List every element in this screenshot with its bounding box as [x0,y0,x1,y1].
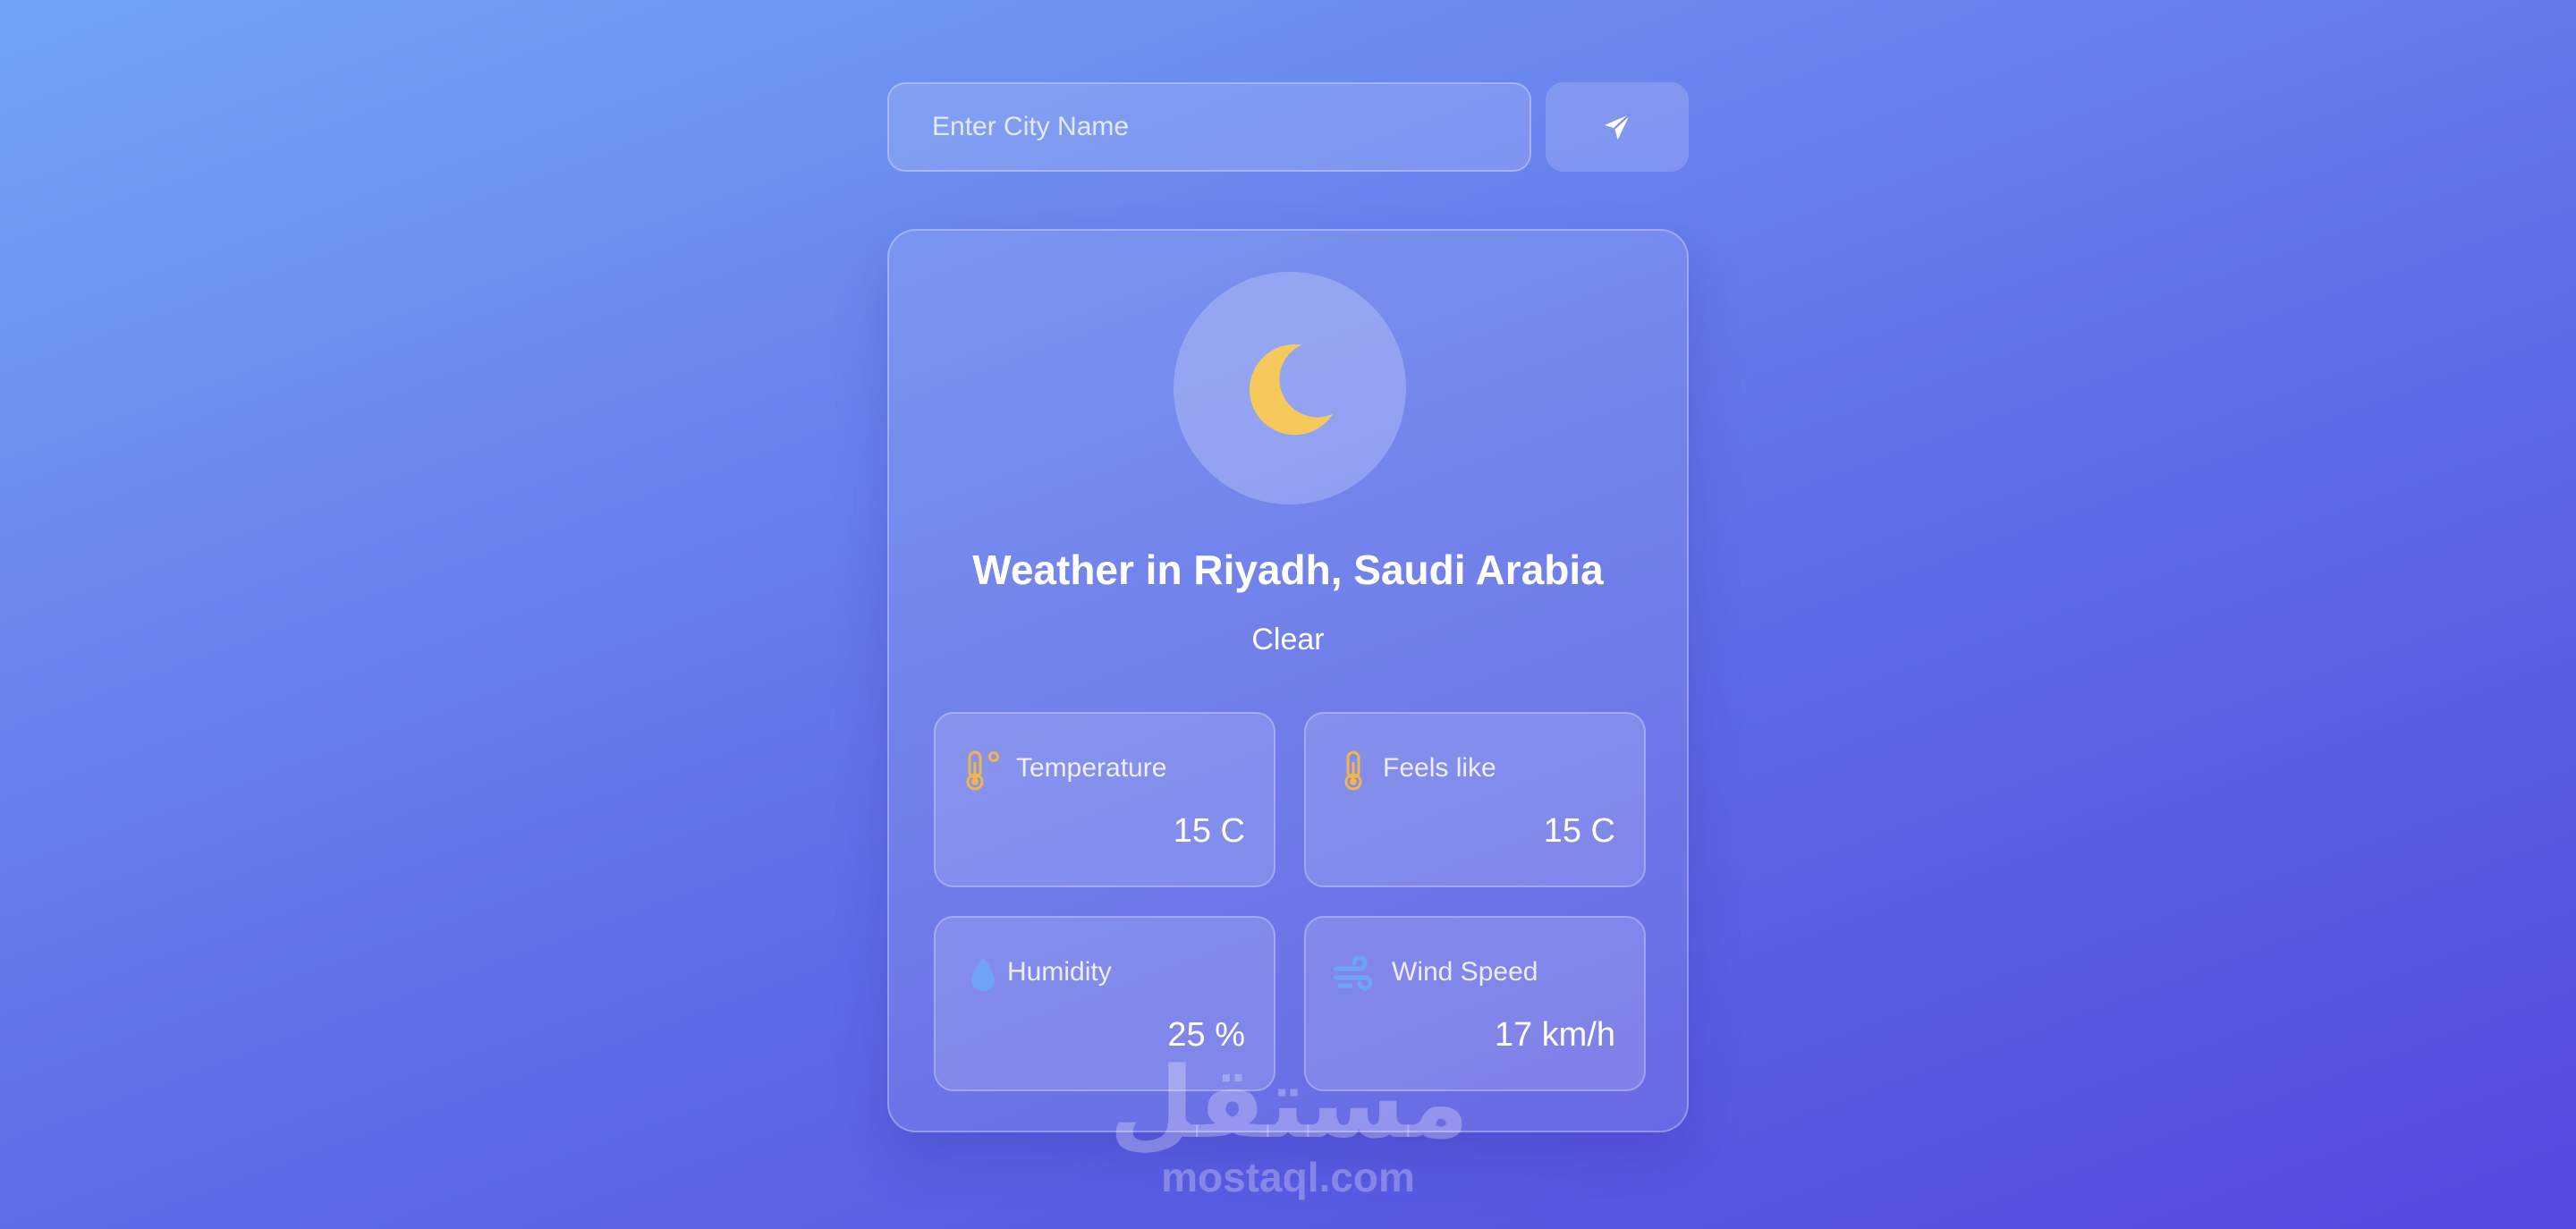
weather-icon-circle [1174,272,1406,504]
thermometer-degree-icon [962,750,1004,791]
stat-label: Wind Speed [1392,957,1538,987]
thermometer-icon [1333,750,1374,791]
stat-label: Humidity [1007,957,1112,987]
stat-label: Temperature [1016,753,1167,783]
stat-value: 15 C [1173,812,1245,850]
search-submit-button[interactable] [1546,82,1689,172]
stat-temperature: Temperature 15 C [934,712,1275,887]
stat-feels-like: Feels like 15 C [1304,712,1646,887]
weather-card: Weather in Riyadh, Saudi Arabia Clear Te… [887,229,1689,1132]
watermark-latin: mostaql.com [1161,1154,1415,1200]
watermark-arabic: مستقل [1109,1046,1470,1160]
wind-icon [1333,954,1374,995]
city-search-input[interactable] [887,82,1531,172]
location-title: Weather in Riyadh, Saudi Arabia [972,547,1604,593]
stat-value: 15 C [1543,812,1615,850]
paper-plane-icon [1604,113,1631,140]
search-bar [887,82,1689,172]
stat-label: Feels like [1383,753,1496,783]
stat-value: 17 km/h [1494,1016,1615,1054]
crescent-moon-icon [1249,344,1334,436]
mostaql-watermark: مستقل mostaql.com [1109,1046,1470,1215]
water-drop-icon [962,954,1004,995]
weather-condition: Clear [1251,623,1325,657]
